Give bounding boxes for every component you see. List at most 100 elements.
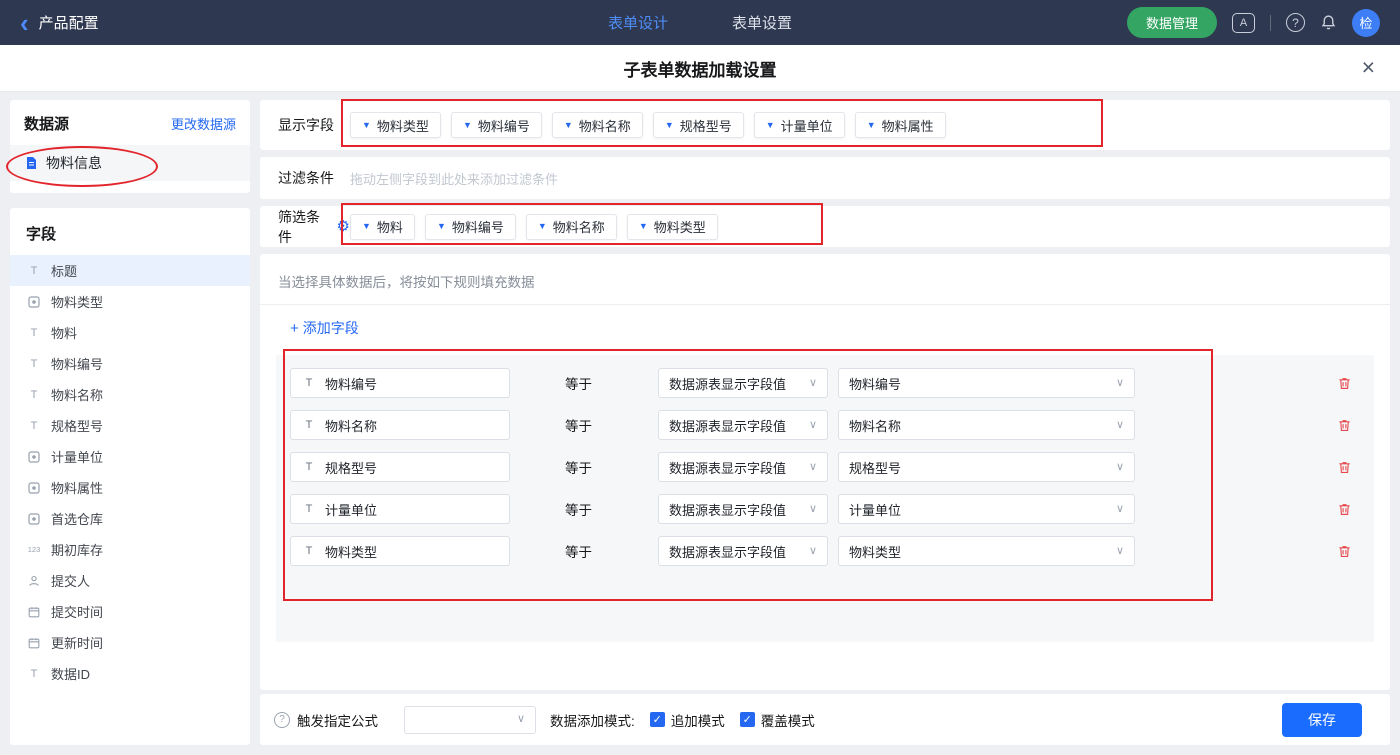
delete-row-button[interactable] — [1337, 460, 1352, 475]
rule-source-value: 数据源表显示字段值 — [669, 376, 787, 392]
rule-row: 规格型号 等于 数据源表显示字段值 规格型号 — [290, 452, 1374, 482]
display-field-tag[interactable]: 物料属性 — [854, 112, 946, 138]
rule-row: 物料编号 等于 数据源表显示字段值 物料编号 — [290, 368, 1374, 398]
sidebar-field[interactable]: 更新时间 — [10, 627, 250, 658]
rule-field-input[interactable]: 规格型号 — [290, 452, 510, 482]
help-icon[interactable] — [1286, 13, 1305, 32]
screening-tag[interactable]: 物料名称 — [525, 213, 617, 240]
sidebar-field[interactable]: 数据ID — [10, 658, 250, 689]
chevron-down-icon — [809, 546, 817, 557]
avatar[interactable]: 检 — [1352, 8, 1380, 37]
translate-icon[interactable] — [1232, 12, 1255, 33]
rule-source-select[interactable]: 数据源表显示字段值 — [658, 452, 828, 482]
caret-down-icon — [437, 222, 446, 231]
sidebar-field[interactable]: 计量单位 — [10, 441, 250, 472]
screening-tag[interactable]: 物料 — [350, 213, 415, 240]
field-label: 数据ID — [51, 667, 91, 682]
rule-target-select[interactable]: 计量单位 — [838, 494, 1135, 524]
text-icon — [301, 461, 317, 473]
mode-label: 数据添加模式: — [550, 713, 635, 729]
sidebar-field[interactable]: 物料类型 — [10, 286, 250, 317]
change-datasource-link[interactable]: 更改数据源 — [171, 114, 236, 133]
delete-row-button[interactable] — [1337, 418, 1352, 433]
sidebar-field[interactable]: 物料 — [10, 317, 250, 348]
caret-down-icon — [564, 121, 573, 130]
rule-source-select[interactable]: 数据源表显示字段值 — [658, 368, 828, 398]
person-icon — [26, 575, 42, 587]
text-icon — [26, 327, 42, 339]
display-field-tag[interactable]: 物料名称 — [551, 112, 643, 138]
display-field-tag[interactable]: 物料编号 — [450, 112, 542, 138]
overwrite-mode-checkbox[interactable]: 覆盖模式 — [739, 710, 815, 730]
rule-field-input[interactable]: 物料类型 — [290, 536, 510, 566]
rule-row: 计量单位 等于 数据源表显示字段值 计量单位 — [290, 494, 1374, 524]
field-label: 更新时间 — [51, 636, 104, 651]
tag-label: 物料名称 — [578, 118, 631, 134]
display-field-tag[interactable]: 物料类型 — [350, 112, 441, 138]
fill-rules-panel: 当选择具体数据后，将按如下规则填充数据 添加字段 物料编号 等于 数据源表显示字… — [260, 254, 1390, 690]
rule-target-select[interactable]: 物料类型 — [838, 536, 1135, 566]
rule-operator: 等于 — [565, 461, 592, 476]
caret-down-icon — [639, 222, 648, 231]
help-icon[interactable] — [274, 711, 290, 728]
tag-label: 物料编号 — [477, 118, 530, 134]
display-field-tag[interactable]: 规格型号 — [652, 112, 744, 138]
close-icon[interactable] — [1362, 56, 1375, 79]
rule-source-select[interactable]: 数据源表显示字段值 — [658, 410, 828, 440]
text-icon — [301, 503, 317, 515]
rule-source-select[interactable]: 数据源表显示字段值 — [658, 536, 828, 566]
text-icon — [26, 420, 42, 432]
rule-target-select[interactable]: 物料编号 — [838, 368, 1135, 398]
delete-row-button[interactable] — [1337, 376, 1352, 391]
tab-form-design[interactable]: 表单设计 — [608, 12, 668, 33]
rule-source-select[interactable]: 数据源表显示字段值 — [658, 494, 828, 524]
sidebar-field[interactable]: 物料编号 — [10, 348, 250, 379]
display-field-tag[interactable]: 计量单位 — [753, 112, 845, 138]
sidebar-field[interactable]: 提交人 — [10, 565, 250, 596]
delete-row-button[interactable] — [1337, 502, 1352, 517]
rule-operator: 等于 — [565, 545, 592, 560]
filter-dropzone[interactable]: 拖动左侧字段到此处来添加过滤条件 — [350, 169, 558, 188]
select-icon — [26, 295, 42, 308]
formula-label: 触发指定公式 — [297, 713, 378, 729]
tag-label: 物料类型 — [376, 118, 429, 134]
document-icon — [24, 156, 38, 170]
field-label: 提交人 — [51, 574, 91, 589]
text-icon — [26, 358, 42, 370]
rule-field-input[interactable]: 计量单位 — [290, 494, 510, 524]
chevron-down-icon — [1116, 462, 1124, 473]
rule-field-name: 物料名称 — [325, 418, 378, 434]
tag-label: 物料类型 — [653, 220, 706, 235]
delete-row-button[interactable] — [1337, 544, 1352, 559]
bell-icon[interactable] — [1320, 14, 1337, 31]
fields-panel: 字段 标题 物料类型 物料 物料编号 物料名称 规格型号 计量单位 物料属性 首… — [10, 208, 250, 745]
field-label: 计量单位 — [51, 450, 104, 465]
formula-select[interactable] — [404, 705, 536, 734]
rule-row: 物料名称 等于 数据源表显示字段值 物料名称 — [290, 410, 1374, 440]
rule-field-input[interactable]: 物料编号 — [290, 368, 510, 398]
tag-label: 物料 — [376, 220, 403, 235]
rule-target-select[interactable]: 规格型号 — [838, 452, 1135, 482]
sidebar-field[interactable]: 物料属性 — [10, 472, 250, 503]
back-chevron-icon[interactable] — [20, 5, 29, 41]
screening-tag[interactable]: 物料类型 — [626, 213, 718, 240]
text-icon — [26, 668, 42, 680]
sidebar-field[interactable]: 物料名称 — [10, 379, 250, 410]
datasource-item[interactable]: 物料信息 — [10, 145, 250, 181]
save-button[interactable]: 保存 — [1282, 702, 1362, 737]
sidebar-field[interactable]: 规格型号 — [10, 410, 250, 441]
screening-tag[interactable]: 物料编号 — [424, 213, 516, 240]
data-manage-button[interactable]: 数据管理 — [1126, 7, 1217, 38]
sidebar-field[interactable]: 期初库存 — [10, 534, 250, 565]
add-field-button[interactable]: 添加字段 — [290, 318, 359, 338]
sidebar-field[interactable]: 提交时间 — [10, 596, 250, 627]
sidebar-field[interactable]: 标题 — [10, 255, 250, 286]
tab-form-settings[interactable]: 表单设置 — [732, 12, 792, 33]
rule-field-input[interactable]: 物料名称 — [290, 410, 510, 440]
append-mode-checkbox[interactable]: 追加模式 — [649, 710, 725, 730]
rule-field-name: 计量单位 — [325, 502, 378, 518]
gear-icon[interactable] — [337, 219, 350, 234]
sidebar-field[interactable]: 首选仓库 — [10, 503, 250, 534]
rule-target-select[interactable]: 物料名称 — [838, 410, 1135, 440]
tag-label: 物料编号 — [451, 220, 504, 235]
